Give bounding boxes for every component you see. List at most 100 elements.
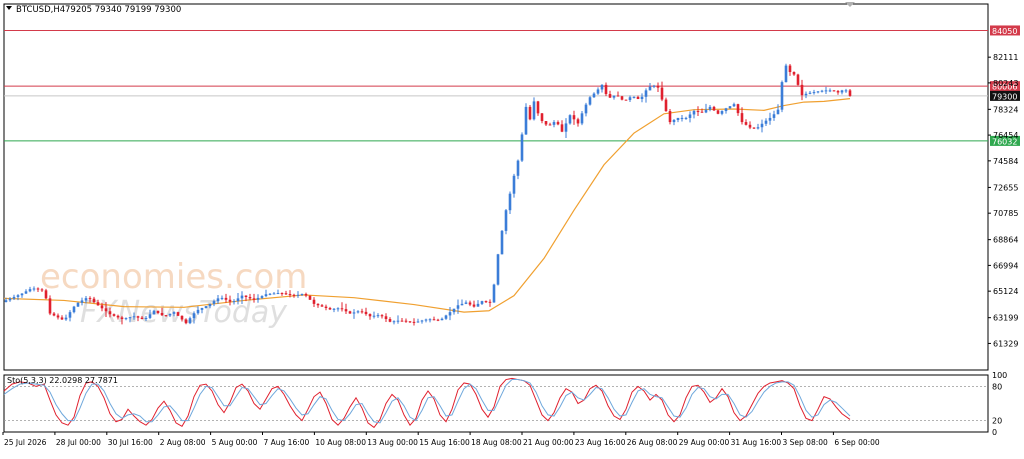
candle-bear bbox=[744, 122, 748, 125]
time-tick-label: 2 Aug 08:00 bbox=[160, 438, 206, 447]
watermark-main: economies.com bbox=[40, 257, 307, 297]
candle-bull bbox=[824, 90, 828, 92]
candle-bear bbox=[180, 315, 184, 320]
candle-bull bbox=[152, 310, 156, 315]
candle-bear bbox=[800, 84, 804, 96]
candle-bull bbox=[672, 119, 676, 123]
candle-bull bbox=[300, 293, 304, 295]
candle-bull bbox=[580, 113, 584, 124]
candle-bear bbox=[572, 115, 576, 120]
candle-bull bbox=[600, 84, 604, 90]
candle-bear bbox=[308, 295, 312, 300]
candle-bull bbox=[732, 104, 736, 107]
candle-bull bbox=[680, 117, 684, 119]
candle-bull bbox=[204, 306, 208, 309]
candle-bull bbox=[28, 289, 32, 292]
candle-bear bbox=[160, 312, 164, 316]
candle-bull bbox=[80, 300, 84, 303]
candle-bear bbox=[100, 305, 104, 309]
candle-bear bbox=[528, 106, 532, 120]
stochastic-panel: 100 80 20 0 bbox=[3, 371, 1007, 437]
candle-bull bbox=[504, 210, 508, 231]
candle-bear bbox=[656, 85, 660, 88]
candle-bear bbox=[788, 65, 792, 73]
price-levels: 84050800067603279300 bbox=[4, 25, 1020, 146]
candle-bull bbox=[784, 65, 788, 83]
candle-bull bbox=[420, 320, 424, 322]
candle-bull bbox=[64, 317, 68, 320]
candle-bear bbox=[700, 111, 704, 113]
candle-bear bbox=[316, 303, 320, 306]
time-tick-label: 10 Aug 08:00 bbox=[315, 438, 366, 447]
candle-bear bbox=[284, 293, 288, 295]
candle-bull bbox=[276, 293, 280, 295]
candle-bull bbox=[260, 296, 264, 298]
candle-bear bbox=[56, 315, 60, 318]
candle-bull bbox=[648, 86, 652, 91]
candle-bear bbox=[544, 121, 548, 125]
time-tick-label: 15 Aug 16:00 bbox=[419, 438, 470, 447]
stochastic-tick-label: 80 bbox=[992, 382, 1002, 391]
candle-bull bbox=[132, 316, 136, 318]
price-tick-label: 61329 bbox=[993, 339, 1018, 348]
stochastic-tick-label: 0 bbox=[992, 428, 997, 437]
candle-bull bbox=[440, 318, 444, 321]
stochastic-tick-label: 20 bbox=[992, 417, 1002, 426]
candle-bull bbox=[512, 175, 516, 194]
candle-bull bbox=[844, 90, 848, 92]
candle-bear bbox=[108, 311, 112, 315]
candle-bull bbox=[200, 308, 204, 310]
candle-bull bbox=[424, 319, 428, 321]
candle-bull bbox=[568, 115, 572, 124]
candle-bull bbox=[256, 297, 260, 300]
time-tick-label: 23 Aug 16:00 bbox=[575, 438, 626, 447]
candle-bull bbox=[692, 111, 696, 115]
candle-bull bbox=[296, 294, 300, 296]
price-tick-label: 66994 bbox=[993, 261, 1018, 270]
candle-bull bbox=[76, 302, 80, 307]
time-tick-label: 31 Aug 16:00 bbox=[731, 438, 782, 447]
candle-bull bbox=[272, 293, 276, 295]
candle-bull bbox=[72, 306, 76, 313]
time-axis: 25 Jul 2026 28 Jul 00:00 30 Jul 16:00 2 Aug… bbox=[2, 432, 880, 447]
candle-bear bbox=[712, 106, 716, 111]
candle-bull bbox=[268, 293, 272, 295]
candle-bear bbox=[92, 298, 96, 303]
candle-bull bbox=[676, 117, 680, 120]
candle-bull bbox=[592, 93, 596, 98]
candle-bear bbox=[184, 319, 188, 324]
candle-bull bbox=[8, 298, 12, 301]
candle-bear bbox=[536, 101, 540, 114]
candle-bull bbox=[588, 97, 592, 105]
candle-bear bbox=[468, 302, 472, 305]
candle-bull bbox=[684, 117, 688, 119]
time-tick-label: 30 Jul 16:00 bbox=[108, 438, 153, 447]
candle-bull bbox=[552, 122, 556, 125]
candle-bear bbox=[40, 289, 44, 291]
candle-bull bbox=[816, 91, 820, 93]
candle-bear bbox=[400, 320, 404, 322]
candle-bear bbox=[560, 124, 564, 132]
candle-bull bbox=[564, 123, 568, 132]
price-tick-label: 63199 bbox=[993, 314, 1018, 323]
stochastic-panel-frame bbox=[3, 374, 989, 433]
candle-bear bbox=[636, 96, 640, 99]
candle-bull bbox=[476, 303, 480, 307]
candle-bear bbox=[48, 298, 52, 314]
candle-bull bbox=[24, 291, 28, 294]
candle-bull bbox=[452, 308, 456, 313]
symbol-label: BTCUSD,H4 bbox=[16, 5, 65, 15]
candle-bear bbox=[380, 315, 384, 317]
candle-bull bbox=[632, 96, 636, 98]
candle-bear bbox=[224, 297, 228, 300]
price-tick-label: 80243 bbox=[993, 79, 1018, 88]
candle-bull bbox=[508, 193, 512, 211]
candle-bull bbox=[192, 313, 196, 319]
candle-bull bbox=[612, 95, 616, 98]
chevron-down-icon[interactable] bbox=[6, 6, 12, 10]
candle-bear bbox=[388, 319, 392, 322]
candle-bear bbox=[252, 298, 256, 300]
time-tick-label: 29 Aug 00:00 bbox=[679, 438, 730, 447]
candle-bull bbox=[644, 90, 648, 97]
candle-bull bbox=[168, 313, 172, 316]
